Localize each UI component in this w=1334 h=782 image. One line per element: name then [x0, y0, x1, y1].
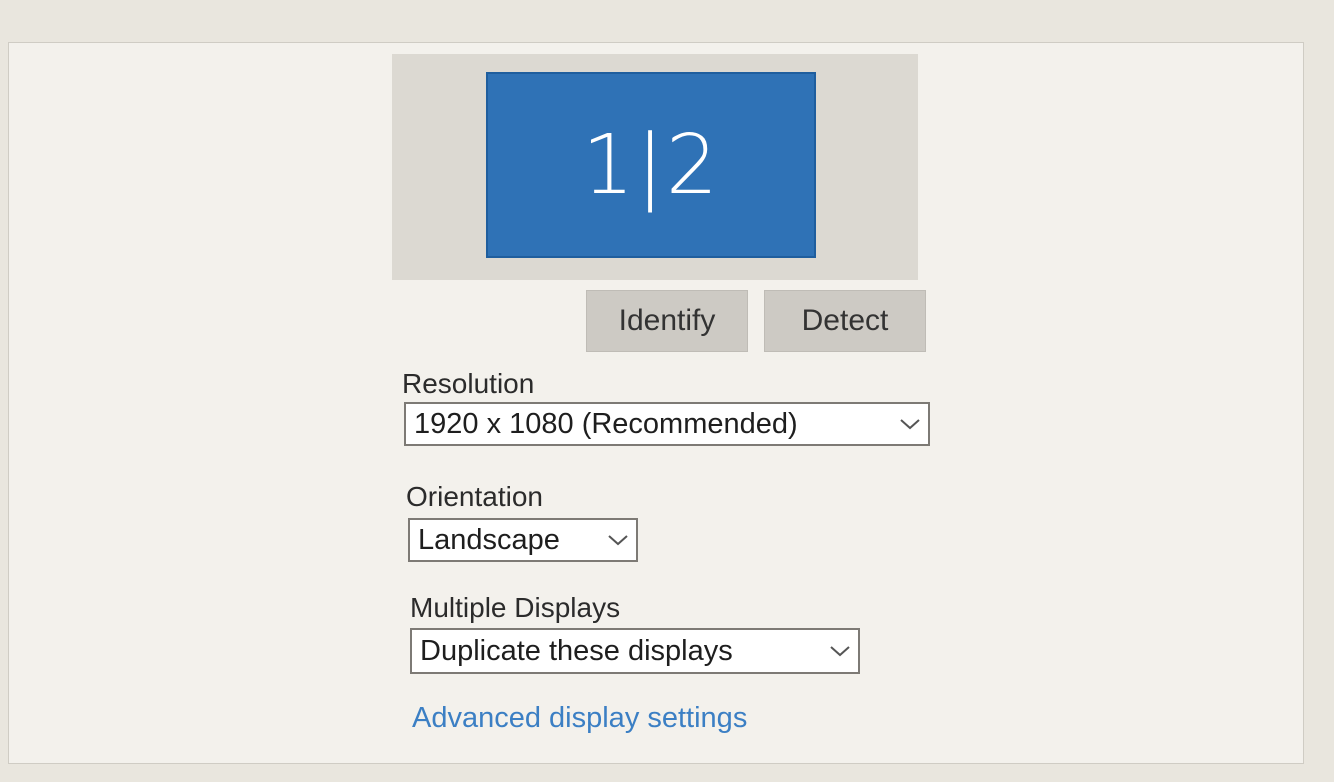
multiple-displays-value: Duplicate these displays [420, 634, 733, 667]
chevron-down-icon [600, 520, 636, 560]
resolution-value: 1920 x 1080 (Recommended) [414, 407, 798, 440]
resolution-dropdown[interactable]: 1920 x 1080 (Recommended) [404, 402, 930, 446]
advanced-display-settings-link[interactable]: Advanced display settings [412, 702, 747, 735]
orientation-value: Landscape [418, 523, 560, 556]
identify-button-label: Identify [618, 304, 716, 337]
chevron-down-icon [892, 404, 928, 444]
detect-button-label: Detect [801, 304, 889, 337]
orientation-label: Orientation [406, 481, 543, 512]
orientation-dropdown[interactable]: Landscape [408, 518, 638, 562]
monitor-number-label: 1|2 [582, 117, 720, 213]
chevron-down-icon [822, 630, 858, 672]
display-preview-area: 1|2 [392, 54, 918, 280]
identify-button[interactable]: Identify [586, 290, 748, 352]
detect-button[interactable]: Detect [764, 290, 926, 352]
multiple-displays-label: Multiple Displays [410, 592, 621, 623]
monitor-tile[interactable]: 1|2 [486, 72, 816, 258]
multiple-displays-dropdown[interactable]: Duplicate these displays [410, 628, 860, 674]
resolution-label: Resolution [402, 368, 535, 399]
